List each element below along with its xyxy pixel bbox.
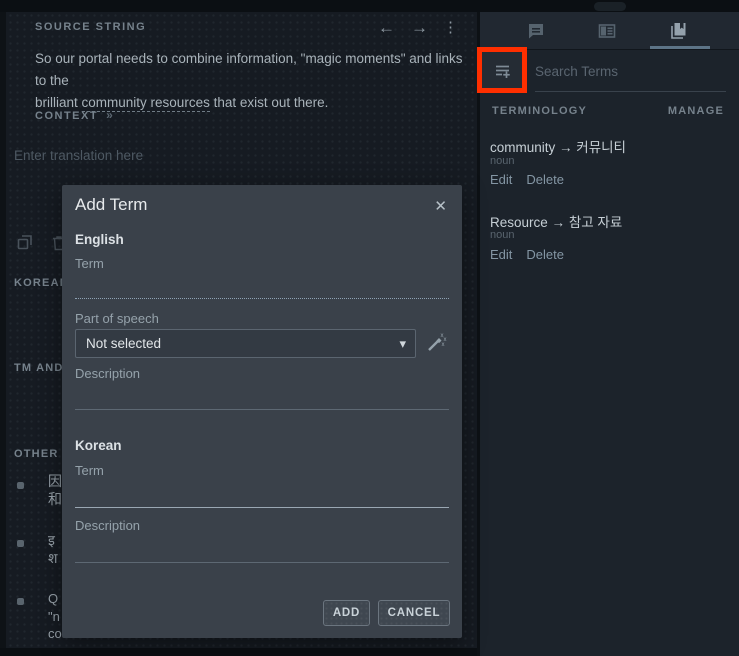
comments-tab[interactable] bbox=[526, 21, 546, 41]
english-term-input[interactable] bbox=[75, 273, 449, 299]
terminology-header: TERMINOLOGY bbox=[492, 105, 587, 117]
other-language-item[interactable]: 因 和 bbox=[48, 473, 62, 508]
playlist-add-icon bbox=[492, 61, 514, 81]
context-label: CONTEXT bbox=[35, 110, 98, 122]
delete-term-link[interactable]: Delete bbox=[526, 172, 564, 187]
term-pos: noun bbox=[490, 229, 514, 241]
source-text: So our portal needs to combine informati… bbox=[35, 48, 471, 114]
top-bar-artifact bbox=[594, 2, 626, 11]
modal-title: Add Term bbox=[75, 195, 147, 215]
term-target: 커뮤니티 bbox=[576, 140, 626, 155]
term-source: community bbox=[490, 140, 555, 155]
pos-selected-value: Not selected bbox=[86, 336, 161, 351]
kebab-menu-icon[interactable]: ⋮ bbox=[443, 18, 458, 38]
svg-text:x: x bbox=[442, 342, 445, 348]
english-section-label: English bbox=[75, 232, 124, 247]
term-actions: Edit Delete bbox=[490, 247, 578, 262]
arrow-right-icon: → bbox=[552, 215, 566, 230]
part-of-speech-label: Part of speech bbox=[75, 311, 159, 326]
edit-term-link[interactable]: Edit bbox=[490, 172, 512, 187]
add-term-button[interactable] bbox=[482, 52, 524, 90]
delete-term-link[interactable]: Delete bbox=[526, 247, 564, 262]
magic-wand-icon[interactable]: xxx bbox=[425, 332, 447, 354]
term-actions: Edit Delete bbox=[490, 172, 578, 187]
details-tab[interactable] bbox=[597, 21, 617, 41]
search-underline bbox=[535, 91, 726, 92]
part-of-speech-select[interactable]: Not selected ▾ bbox=[75, 329, 416, 358]
context-toggle[interactable]: CONTEXT » bbox=[35, 108, 113, 122]
next-segment-icon[interactable]: → bbox=[411, 18, 428, 38]
editor-bottom-strip bbox=[0, 648, 478, 656]
bullet-icon bbox=[17, 482, 24, 489]
source-line1: So our portal needs to combine informati… bbox=[35, 51, 463, 88]
source-line2-suffix: that exist out there. bbox=[210, 95, 329, 110]
left-gutter bbox=[0, 12, 6, 656]
chevron-right-icon: » bbox=[106, 108, 113, 122]
app-window: SOURCE STRING ← → ⋮ So our portal needs … bbox=[0, 0, 739, 656]
bullet-icon bbox=[17, 540, 24, 547]
other-language-item[interactable]: Q "n co bbox=[48, 590, 62, 643]
close-icon[interactable]: ✕ bbox=[434, 197, 447, 215]
glossary-tab[interactable] bbox=[668, 21, 688, 41]
term-pos: noun bbox=[490, 155, 514, 167]
english-description-label: Description bbox=[75, 366, 140, 381]
term-target: 참고 자료 bbox=[569, 215, 622, 230]
korean-section-label: Korean bbox=[75, 438, 122, 453]
english-term-label: Term bbox=[75, 256, 104, 271]
korean-term-label: Term bbox=[75, 463, 104, 478]
search-terms-input[interactable] bbox=[535, 56, 725, 86]
add-button[interactable]: ADD bbox=[323, 600, 370, 626]
korean-term-input[interactable] bbox=[75, 480, 449, 508]
korean-description-label: Description bbox=[75, 518, 140, 533]
source-string-label: SOURCE STRING bbox=[35, 21, 146, 33]
arrow-right-icon: → bbox=[559, 140, 573, 155]
manage-link[interactable]: MANAGE bbox=[668, 105, 724, 117]
translation-input[interactable]: Enter translation here bbox=[14, 148, 143, 163]
cancel-button[interactable]: CANCEL bbox=[378, 600, 450, 626]
sidebar: TERMINOLOGY MANAGE community → 커뮤니티 noun… bbox=[480, 12, 739, 656]
term-source: Resource bbox=[490, 215, 548, 230]
add-term-modal: Add Term ✕ English Term Part of speech N… bbox=[62, 185, 462, 638]
bullet-icon bbox=[17, 598, 24, 605]
korean-description-input[interactable] bbox=[75, 535, 449, 563]
other-language-item[interactable]: इ श bbox=[48, 532, 58, 567]
english-description-input[interactable] bbox=[75, 383, 449, 410]
edit-term-link[interactable]: Edit bbox=[490, 247, 512, 262]
previous-segment-icon[interactable]: ← bbox=[378, 18, 395, 38]
term-entry: Resource → 참고 자료 bbox=[490, 211, 622, 231]
chevron-down-icon: ▾ bbox=[399, 330, 406, 357]
top-bar bbox=[0, 0, 739, 12]
active-tab-underline bbox=[650, 46, 710, 49]
copy-source-icon[interactable] bbox=[16, 234, 34, 252]
term-entry: community → 커뮤니티 bbox=[490, 136, 626, 156]
sidebar-tabbar bbox=[480, 12, 739, 50]
